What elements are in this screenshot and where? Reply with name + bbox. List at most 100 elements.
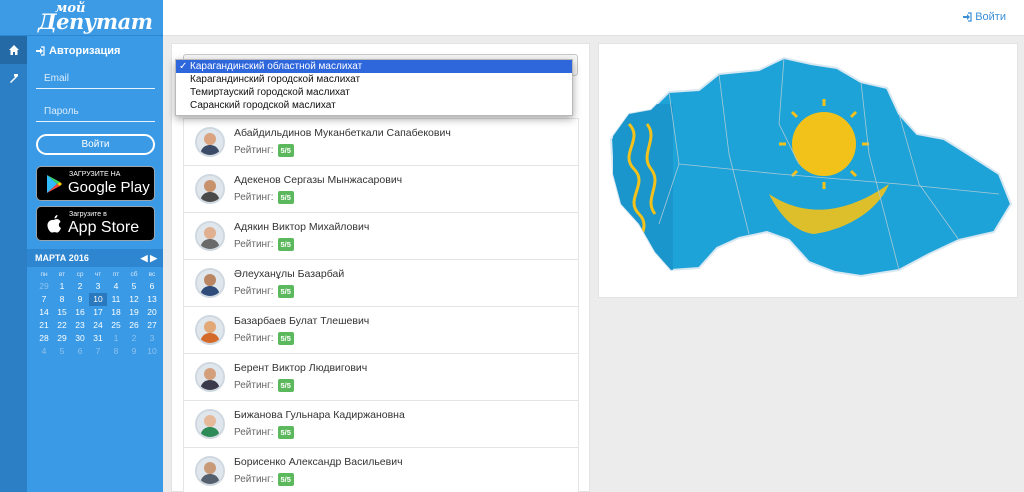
email-field[interactable]	[36, 69, 155, 89]
topbar: Войти	[163, 0, 1024, 36]
deputy-name[interactable]: Адекенов Сергазы Мынжасарович	[234, 174, 402, 186]
avatar[interactable]	[195, 127, 225, 157]
google-play-small: ЗАГРУЗИТЕ НА	[69, 171, 121, 178]
deputy-name[interactable]: Берент Виктор Людвигович	[234, 362, 367, 374]
council-option[interactable]: Саранский городской маслихат	[176, 99, 572, 112]
app-store-small: Загрузите в	[69, 211, 107, 218]
calendar-month: МАРТА 2016	[35, 253, 89, 263]
calendar-day[interactable]: 29	[53, 332, 71, 345]
deputy-row[interactable]: Адякин Виктор Михайлович Рейтинг: 5/5	[183, 212, 579, 259]
calendar-day[interactable]: 9	[71, 293, 89, 306]
calendar-header: МАРТА 2016 ◀ ▶	[27, 249, 163, 267]
sign-in-icon	[36, 46, 45, 56]
calendar-day[interactable]: 22	[53, 319, 71, 332]
calendar-day[interactable]: 23	[71, 319, 89, 332]
deputy-row[interactable]: Базарбаев Булат Тлешевич Рейтинг: 5/5	[183, 306, 579, 353]
tools-icon[interactable]	[0, 64, 27, 92]
chevron-left-icon[interactable]: ◀	[141, 253, 148, 263]
calendar-day[interactable]: 15	[53, 306, 71, 319]
deputy-row[interactable]: Бижанова Гульнара Кадиржановна Рейтинг: 5/…	[183, 400, 579, 447]
apple-icon	[47, 215, 61, 233]
calendar-day[interactable]: 9	[125, 345, 143, 358]
calendar-day[interactable]: 29	[35, 280, 53, 293]
calendar-day[interactable]: 18	[107, 306, 125, 319]
deputy-row[interactable]: Әлеуханұлы Базарбай Рейтинг: 5/5	[183, 259, 579, 306]
chevron-right-icon[interactable]: ▶	[150, 253, 157, 263]
calendar-day[interactable]: 30	[71, 332, 89, 345]
home-icon[interactable]	[0, 36, 27, 64]
avatar[interactable]	[195, 362, 225, 392]
calendar-day[interactable]: 16	[71, 306, 89, 319]
deputy-name[interactable]: Бижанова Гульнара Кадиржановна	[234, 409, 405, 421]
calendar-day[interactable]: 8	[107, 345, 125, 358]
avatar[interactable]	[195, 409, 225, 439]
google-play-big: Google Play	[68, 179, 150, 196]
calendar-day[interactable]: 5	[125, 280, 143, 293]
deputy-name[interactable]: Әлеуханұлы Базарбай	[234, 268, 344, 280]
deputy-row[interactable]: Берент Виктор Людвигович Рейтинг: 5/5	[183, 353, 579, 400]
council-option-label: Карагандинский областной маслихат	[190, 61, 363, 72]
calendar-weekday: пт	[112, 271, 120, 278]
deputy-rating: Рейтинг: 5/5	[234, 426, 294, 439]
map-panel	[598, 43, 1018, 298]
calendar-day[interactable]: 10	[143, 345, 161, 358]
avatar[interactable]	[195, 315, 225, 345]
calendar-day[interactable]: 25	[107, 319, 125, 332]
council-dropdown[interactable]: ✓ Карагандинский областной маслихат Карага…	[175, 59, 573, 116]
deputy-row[interactable]: Абайдильдинов Муканбеткали Сапабекович Ре…	[183, 118, 579, 165]
avatar[interactable]	[195, 456, 225, 486]
calendar-day[interactable]: 3	[89, 280, 107, 293]
calendar-day[interactable]: 1	[53, 280, 71, 293]
calendar-day[interactable]: 2	[125, 332, 143, 345]
calendar-day[interactable]: 24	[89, 319, 107, 332]
calendar-day[interactable]: 20	[143, 306, 161, 319]
calendar-day[interactable]: 1	[107, 332, 125, 345]
rating-label: Рейтинг:	[234, 192, 274, 203]
calendar-day[interactable]: 17	[89, 306, 107, 319]
calendar-day[interactable]: 28	[35, 332, 53, 345]
logo[interactable]: мой Депутат	[0, 0, 163, 36]
login-button[interactable]: Войти	[36, 134, 155, 155]
check-icon: ✓	[179, 61, 188, 72]
deputy-row[interactable]: Адекенов Сергазы Мынжасарович Рейтинг: 5/5	[183, 165, 579, 212]
deputy-name[interactable]: Адякин Виктор Михайлович	[234, 221, 369, 233]
avatar[interactable]	[195, 174, 225, 204]
rating-badge: 5/5	[277, 473, 294, 486]
avatar[interactable]	[195, 268, 225, 298]
calendar-day[interactable]: 3	[143, 332, 161, 345]
council-option-label: Саранский городской маслихат	[190, 100, 336, 111]
council-option[interactable]: Карагандинский городской маслихат	[176, 73, 572, 86]
kazakhstan-map[interactable]	[599, 44, 1019, 299]
calendar-day[interactable]: 31	[89, 332, 107, 345]
calendar-day[interactable]: 2	[71, 280, 89, 293]
calendar-day[interactable]: 7	[35, 293, 53, 306]
calendar-day[interactable]: 4	[107, 280, 125, 293]
calendar-day[interactable]: 10	[89, 293, 107, 306]
calendar-day[interactable]: 6	[71, 345, 89, 358]
deputy-name[interactable]: Базарбаев Булат Тлешевич	[234, 315, 369, 327]
password-field[interactable]	[36, 102, 155, 122]
deputy-row[interactable]: Борисенко Александр Васильевич Рейтинг: 5/…	[183, 447, 579, 492]
app-store-button[interactable]: Загрузите в App Store	[36, 206, 155, 241]
calendar-day[interactable]: 27	[143, 319, 161, 332]
calendar-day[interactable]: 4	[35, 345, 53, 358]
calendar-day[interactable]: 19	[125, 306, 143, 319]
calendar-day[interactable]: 12	[125, 293, 143, 306]
calendar-day[interactable]: 8	[53, 293, 71, 306]
calendar-day[interactable]: 5	[53, 345, 71, 358]
calendar-day[interactable]: 7	[89, 345, 107, 358]
council-option[interactable]: Темиртауский городской маслихат	[176, 86, 572, 99]
calendar-day[interactable]: 26	[125, 319, 143, 332]
deputy-name[interactable]: Борисенко Александр Васильевич	[234, 456, 403, 468]
calendar-day[interactable]: 11	[107, 293, 125, 306]
calendar-day[interactable]: 6	[143, 280, 161, 293]
top-login-link[interactable]: Войти	[962, 11, 1006, 23]
council-option[interactable]: ✓ Карагандинский областной маслихат	[176, 60, 572, 73]
deputy-name[interactable]: Абайдильдинов Муканбеткали Сапабекович	[234, 127, 451, 139]
calendar-day[interactable]: 21	[35, 319, 53, 332]
calendar-day[interactable]: 14	[35, 306, 53, 319]
council-option-label: Темиртауский городской маслихат	[190, 87, 350, 98]
avatar[interactable]	[195, 221, 225, 251]
google-play-button[interactable]: ЗАГРУЗИТЕ НА Google Play	[36, 166, 155, 201]
calendar-day[interactable]: 13	[143, 293, 161, 306]
